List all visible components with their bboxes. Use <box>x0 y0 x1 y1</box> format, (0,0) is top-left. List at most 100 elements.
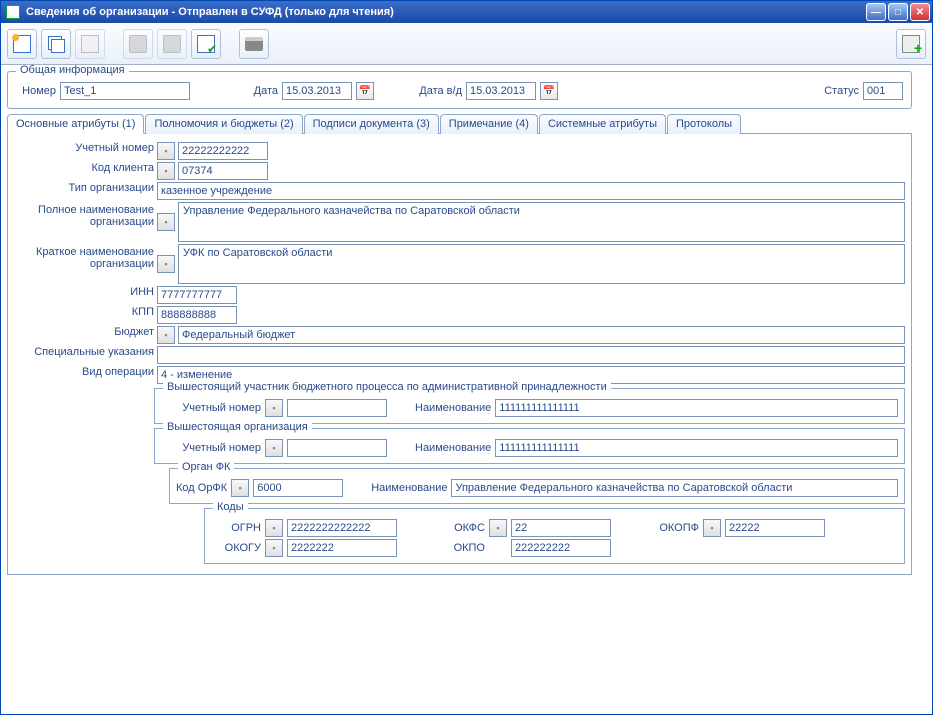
acct-no-label: Учетный номер <box>14 142 154 154</box>
org-type-label: Тип организации <box>14 182 154 194</box>
date-field[interactable]: 15.03.2013 <box>282 82 352 100</box>
doc-icon <box>81 35 99 53</box>
save-as-button[interactable] <box>157 29 187 59</box>
special-field[interactable] <box>157 346 905 364</box>
doc-button[interactable] <box>75 29 105 59</box>
sb-acct-field[interactable] <box>287 399 387 417</box>
general-info-fieldset: Общая информация Номер Test_1 Дата 15.03… <box>7 71 912 109</box>
copy-icon <box>51 39 65 53</box>
copy-button[interactable] <box>41 29 71 59</box>
short-name-lookup[interactable]: ▪ <box>157 255 175 273</box>
so-acct-field[interactable] <box>287 439 387 457</box>
fk-name-label: Наименование <box>371 482 447 494</box>
okopf-lookup[interactable]: ▪ <box>703 519 721 537</box>
client-code-lookup[interactable]: ▪ <box>157 162 175 180</box>
client-code-field[interactable]: 07374 <box>178 162 268 180</box>
okogu-label: ОКОГУ <box>211 542 261 554</box>
ogrn-label: ОГРН <box>211 522 261 534</box>
full-name-label: Полное наименование организации <box>14 202 154 228</box>
date-label: Дата <box>248 85 278 97</box>
doc-check-button[interactable] <box>191 29 221 59</box>
minimize-button[interactable]: — <box>866 3 886 21</box>
add-button[interactable] <box>896 29 926 59</box>
app-window: Сведения об организации - Отправлен в СУ… <box>0 0 933 715</box>
sb-name-label: Наименование <box>415 402 491 414</box>
fk-code-lookup[interactable]: ▪ <box>231 479 249 497</box>
sb-acct-lookup[interactable]: ▪ <box>265 399 283 417</box>
ogrn-field[interactable]: 2222222222222 <box>287 519 397 537</box>
kpp-field[interactable]: 888888888 <box>157 306 237 324</box>
okpo-field[interactable]: 222222222 <box>511 539 611 557</box>
okogu-lookup[interactable]: ▪ <box>265 539 283 557</box>
save-button[interactable] <box>123 29 153 59</box>
so-acct-label: Учетный номер <box>161 442 261 454</box>
general-legend: Общая информация <box>16 65 129 76</box>
budget-lookup[interactable]: ▪ <box>157 326 175 344</box>
maximize-button[interactable]: □ <box>888 3 908 21</box>
tab-system-attrs[interactable]: Системные атрибуты <box>539 114 666 134</box>
document-icon <box>6 5 20 19</box>
tab-budgets[interactable]: Полномочия и бюджеты (2) <box>145 114 302 134</box>
sb-acct-label: Учетный номер <box>161 402 261 414</box>
status-label: Статус <box>819 85 859 97</box>
special-label: Специальные указания <box>14 346 154 358</box>
okfs-lookup[interactable]: ▪ <box>489 519 507 537</box>
tab-note[interactable]: Примечание (4) <box>440 114 538 134</box>
sb-name-field[interactable]: 111111111111111 <box>495 399 898 417</box>
codes-legend: Коды <box>213 501 248 513</box>
okopf-field[interactable]: 22222 <box>725 519 825 537</box>
titlebar: Сведения об организации - Отправлен в СУ… <box>1 1 932 23</box>
date-vd-label: Дата в/д <box>412 85 462 97</box>
budget-label: Бюджет <box>14 326 154 338</box>
save-icon <box>129 35 147 53</box>
tab-body: Учетный номер ▪ 22222222222 Код клиента … <box>7 134 912 575</box>
op-type-label: Вид операции <box>14 366 154 378</box>
date-vd-field[interactable]: 15.03.2013 <box>466 82 536 100</box>
fk-legend: Орган ФК <box>178 461 234 473</box>
tab-protocols[interactable]: Протоколы <box>667 114 741 134</box>
so-name-field[interactable]: 111111111111111 <box>495 439 898 457</box>
short-name-field[interactable]: УФК по Саратовской области <box>178 244 905 284</box>
okpo-label: ОКПО <box>435 542 485 554</box>
so-acct-lookup[interactable]: ▪ <box>265 439 283 457</box>
status-field[interactable]: 001 <box>863 82 903 100</box>
tab-signatures[interactable]: Подписи документа (3) <box>304 114 439 134</box>
date-vd-calendar-button[interactable]: 📅 <box>540 82 558 100</box>
fk-name-field[interactable]: Управление Федерального казначейства по … <box>451 479 898 497</box>
new-button[interactable] <box>7 29 37 59</box>
so-name-label: Наименование <box>415 442 491 454</box>
number-field[interactable]: Test_1 <box>60 82 190 100</box>
budget-field[interactable]: Федеральный бюджет <box>178 326 905 344</box>
superior-budget-fieldset: Вышестоящий участник бюджетного процесса… <box>154 388 905 424</box>
number-label: Номер <box>16 85 56 97</box>
fk-code-field[interactable]: 6000 <box>253 479 343 497</box>
close-button[interactable]: ✕ <box>910 3 930 21</box>
ogrn-lookup[interactable]: ▪ <box>265 519 283 537</box>
date-calendar-button[interactable]: 📅 <box>356 82 374 100</box>
okopf-label: ОКОПФ <box>649 522 699 534</box>
kpp-label: КПП <box>14 306 154 318</box>
okfs-label: ОКФС <box>435 522 485 534</box>
content-area: Общая информация Номер Test_1 Дата 15.03… <box>1 65 932 714</box>
okogu-field[interactable]: 2222222 <box>287 539 397 557</box>
plus-icon <box>902 35 920 53</box>
okfs-field[interactable]: 22 <box>511 519 611 537</box>
new-icon <box>13 35 31 53</box>
short-name-label: Краткое наименование организации <box>14 244 154 270</box>
tab-main-attrs[interactable]: Основные атрибуты (1) <box>7 114 144 134</box>
fk-code-label: Код ОрФК <box>176 482 227 494</box>
org-type-field[interactable]: казенное учреждение <box>157 182 905 200</box>
toolbar <box>1 23 932 65</box>
inn-field[interactable]: 7777777777 <box>157 286 237 304</box>
inn-label: ИНН <box>14 286 154 298</box>
acct-no-lookup[interactable]: ▪ <box>157 142 175 160</box>
full-name-field[interactable]: Управление Федерального казначейства по … <box>178 202 905 242</box>
print-icon <box>245 37 263 51</box>
client-code-label: Код клиента <box>14 162 154 174</box>
full-name-lookup[interactable]: ▪ <box>157 213 175 231</box>
superior-org-legend: Вышестоящая организация <box>163 421 312 433</box>
tab-strip: Основные атрибуты (1) Полномочия и бюдже… <box>7 113 912 134</box>
acct-no-field[interactable]: 22222222222 <box>178 142 268 160</box>
superior-org-fieldset: Вышестоящая организация Учетный номер ▪ … <box>154 428 905 464</box>
print-button[interactable] <box>239 29 269 59</box>
